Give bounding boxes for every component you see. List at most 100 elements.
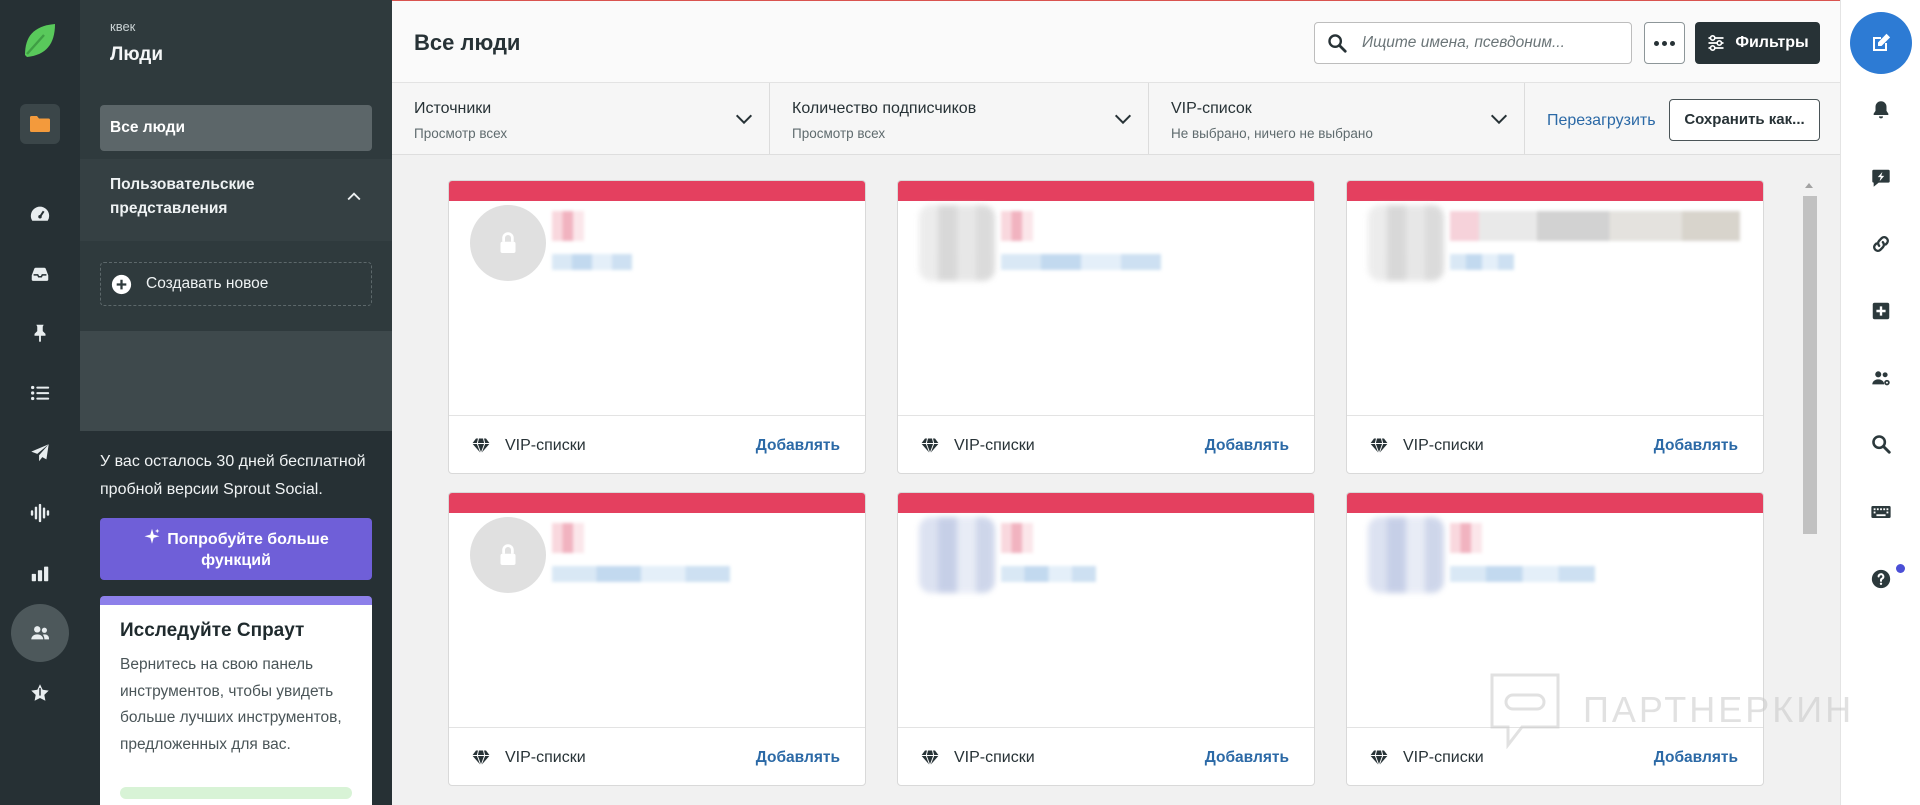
scrollbar[interactable] bbox=[1801, 179, 1818, 805]
blurred-handle bbox=[1001, 566, 1096, 582]
avatar-blurred-photo[interactable] bbox=[1368, 205, 1444, 281]
vip-lists-label: VIP-списки bbox=[954, 436, 1035, 454]
blurred-name bbox=[552, 211, 584, 241]
card-footer: VIP-списки Добавлять bbox=[449, 727, 865, 785]
people-list: VIP-списки Добавлять VIP-списки Добавлят… bbox=[392, 155, 1840, 805]
chevron-down-icon[interactable] bbox=[1488, 108, 1510, 130]
filter-value: Не выбрано, ничего не выбрано bbox=[1171, 126, 1373, 141]
folder-icon[interactable] bbox=[20, 104, 60, 144]
section-title: Люди bbox=[110, 44, 164, 65]
add-to-vip-link[interactable]: Добавлять bbox=[1654, 749, 1738, 767]
add-to-vip-link[interactable]: Добавлять bbox=[756, 749, 840, 767]
add-to-vip-link[interactable]: Добавлять bbox=[1205, 749, 1289, 767]
blurred-handle bbox=[1450, 254, 1514, 270]
search-box[interactable] bbox=[1314, 22, 1632, 64]
people-icon[interactable] bbox=[0, 613, 80, 653]
avatar[interactable] bbox=[470, 205, 546, 281]
list-icon[interactable] bbox=[0, 373, 80, 413]
add-to-vip-link[interactable]: Добавлять bbox=[1654, 437, 1738, 455]
person-card[interactable]: VIP-списки Добавлять bbox=[897, 180, 1315, 474]
sprout-logo[interactable] bbox=[0, 20, 80, 60]
reload-link[interactable]: Перезагрузить bbox=[1547, 110, 1656, 132]
scrollbar-thumb[interactable] bbox=[1803, 196, 1817, 534]
avatar-blurred-photo[interactable] bbox=[919, 205, 995, 281]
avatar[interactable] bbox=[470, 517, 546, 593]
card-header-band bbox=[1347, 181, 1763, 201]
vip-lists-label: VIP-списки bbox=[505, 436, 586, 454]
card-header-band bbox=[1347, 493, 1763, 513]
add-to-vip-link[interactable]: Добавлять bbox=[756, 437, 840, 455]
diamond-icon bbox=[472, 437, 490, 454]
nav-item-all-people[interactable]: Все люди bbox=[100, 105, 372, 151]
pin-icon[interactable] bbox=[0, 313, 80, 353]
upgrade-button[interactable]: Попробуйте больше функций bbox=[100, 518, 372, 580]
page-header: Все люди Фильтры bbox=[392, 0, 1840, 83]
person-card[interactable]: VIP-списки Добавлять bbox=[1346, 180, 1764, 474]
explore-progress-bar bbox=[120, 787, 352, 799]
chevron-down-icon[interactable] bbox=[1112, 108, 1134, 130]
plus-square-icon[interactable] bbox=[1841, 291, 1920, 331]
diamond-icon bbox=[1370, 749, 1388, 766]
link-icon[interactable] bbox=[1841, 224, 1920, 264]
listening-icon[interactable] bbox=[0, 493, 80, 533]
trial-notice: У вас осталось 30 дней бесплатной пробно… bbox=[100, 453, 366, 498]
dashboard-icon[interactable] bbox=[0, 194, 80, 234]
chevron-down-icon[interactable] bbox=[733, 108, 755, 130]
person-card[interactable]: VIP-списки Добавлять bbox=[1346, 492, 1764, 786]
card-footer: VIP-списки Добавлять bbox=[1347, 415, 1763, 473]
person-card[interactable]: VIP-списки Добавлять bbox=[448, 492, 866, 786]
chevron-up-icon[interactable] bbox=[344, 187, 364, 207]
person-card[interactable]: VIP-списки Добавлять bbox=[897, 492, 1315, 786]
vip-lists-label: VIP-списки bbox=[954, 748, 1035, 766]
diamond-icon bbox=[921, 749, 939, 766]
filter-value: Просмотр всех bbox=[792, 126, 886, 141]
filter-label: VIP-список bbox=[1171, 100, 1252, 117]
secondary-nav: квек Люди Все люди Пользовательские пред… bbox=[80, 0, 392, 805]
card-header-band bbox=[898, 181, 1314, 201]
card-footer: VIP-списки Добавлять bbox=[898, 415, 1314, 473]
keyboard-icon[interactable] bbox=[1841, 492, 1920, 532]
blurred-name bbox=[1001, 523, 1033, 553]
explore-card: Исследуйте Спраут Вернитесь на свою пане… bbox=[100, 596, 372, 805]
notification-dot bbox=[1896, 564, 1905, 573]
filters-button[interactable]: Фильтры bbox=[1695, 22, 1820, 64]
add-to-vip-link[interactable]: Добавлять bbox=[1205, 437, 1289, 455]
sparkle-icon bbox=[144, 528, 160, 544]
search-icon bbox=[1328, 34, 1347, 53]
card-grid: VIP-списки Добавлять VIP-списки Добавлят… bbox=[448, 180, 1764, 786]
filter-follower-count[interactable]: Количество подписчиков Просмотр всех bbox=[770, 83, 1149, 154]
send-icon[interactable] bbox=[0, 433, 80, 473]
create-view-button[interactable]: Создавать новое bbox=[100, 262, 372, 306]
bell-icon[interactable] bbox=[1841, 90, 1920, 130]
compose-button[interactable] bbox=[1850, 12, 1912, 74]
workspace-name: квек bbox=[110, 19, 136, 34]
blurred-handle bbox=[1450, 566, 1595, 582]
person-card[interactable]: VIP-списки Добавлять bbox=[448, 180, 866, 474]
avatar-blurred-photo[interactable] bbox=[1368, 517, 1444, 593]
scroll-up-arrow[interactable] bbox=[1805, 183, 1813, 188]
filter-value: Просмотр всех bbox=[414, 126, 508, 141]
more-options-button[interactable] bbox=[1644, 22, 1685, 64]
explore-body: Вернитесь на свою панель инструментов, ч… bbox=[120, 656, 342, 753]
search-input[interactable] bbox=[1362, 34, 1622, 52]
reports-icon[interactable] bbox=[0, 553, 80, 593]
filter-vip-list[interactable]: VIP-список Не выбрано, ничего не выбрано bbox=[1149, 83, 1525, 154]
reviews-icon[interactable] bbox=[0, 673, 80, 713]
blurred-handle bbox=[1001, 254, 1161, 270]
nav-spacer bbox=[80, 331, 392, 431]
custom-views-section[interactable]: Пользовательские представления bbox=[80, 159, 392, 241]
search-icon[interactable] bbox=[1841, 424, 1920, 464]
users-icon[interactable] bbox=[1841, 358, 1920, 398]
vip-lists-label: VIP-списки bbox=[1403, 748, 1484, 766]
save-as-button[interactable]: Сохранить как... bbox=[1669, 99, 1820, 141]
diamond-icon bbox=[472, 749, 490, 766]
filter-sources[interactable]: Источники Просмотр всех bbox=[392, 83, 770, 154]
avatar-blurred-photo[interactable] bbox=[919, 517, 995, 593]
filter-label: Количество подписчиков bbox=[792, 100, 977, 117]
inbox-icon[interactable] bbox=[0, 254, 80, 294]
explore-title: Исследуйте Спраут bbox=[120, 620, 305, 641]
custom-views-label: Пользовательские представления bbox=[110, 176, 255, 217]
help-icon[interactable] bbox=[1841, 559, 1920, 599]
vip-lists-label: VIP-списки bbox=[1403, 436, 1484, 454]
quick-reply-icon[interactable] bbox=[1841, 158, 1920, 198]
